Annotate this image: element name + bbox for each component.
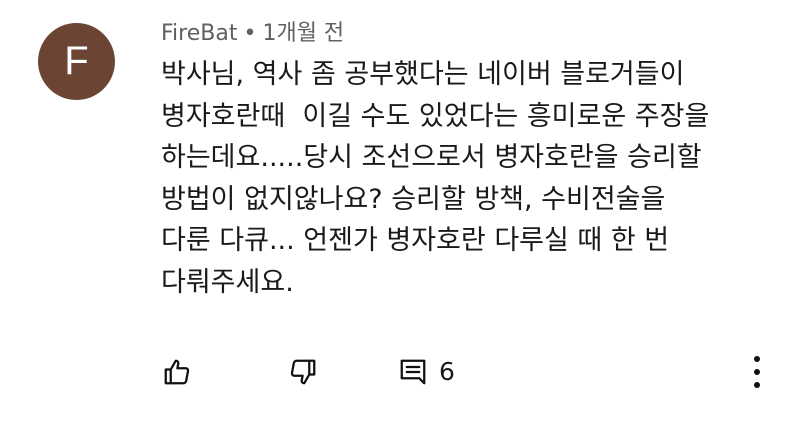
- comment-line: 하는데요.....당시 조선으로서 병자호란을 승리할: [161, 142, 702, 173]
- dislike-button[interactable]: [287, 356, 319, 388]
- comment-card: F FireBat • 1개월 전 박사님, 역사 좀 공부했다는 네이버 블로거들…: [0, 0, 800, 423]
- comment-line: 다뤄주세요.: [161, 266, 294, 298]
- comment-timestamp[interactable]: 1개월 전: [262, 21, 344, 46]
- more-options-button[interactable]: [745, 352, 769, 392]
- comment-line: 방법이 없지않나요? 승리할 방책, 수비전술을: [161, 183, 666, 215]
- reply-count[interactable]: 6: [439, 356, 455, 388]
- thumbs-up-icon: [164, 359, 190, 385]
- comment-line: 박사님, 역사 좀 공부했다는 네이버 블로거들이: [161, 59, 685, 90]
- comment-meta: FireBat • 1개월 전: [161, 15, 344, 47]
- meta-separator: •: [243, 21, 257, 46]
- comment-text: 박사님, 역사 좀 공부했다는 네이버 블로거들이 병자호란때 이길 수도 있었…: [161, 54, 781, 303]
- comment-actions: 6: [161, 350, 781, 394]
- comment-line: 다룬 다큐... 언젠가 병자호란 다루실 때 한 번: [161, 225, 670, 256]
- avatar-initial: F: [64, 39, 89, 83]
- comment-icon: [400, 359, 426, 385]
- thumbs-down-icon: [290, 359, 316, 385]
- reply-button[interactable]: [397, 356, 429, 388]
- like-button[interactable]: [161, 356, 193, 388]
- author-name[interactable]: FireBat: [161, 21, 237, 46]
- avatar[interactable]: F: [38, 23, 115, 100]
- comment-line: 병자호란때 이길 수도 있었다는 흥미로운 주장을: [161, 100, 710, 132]
